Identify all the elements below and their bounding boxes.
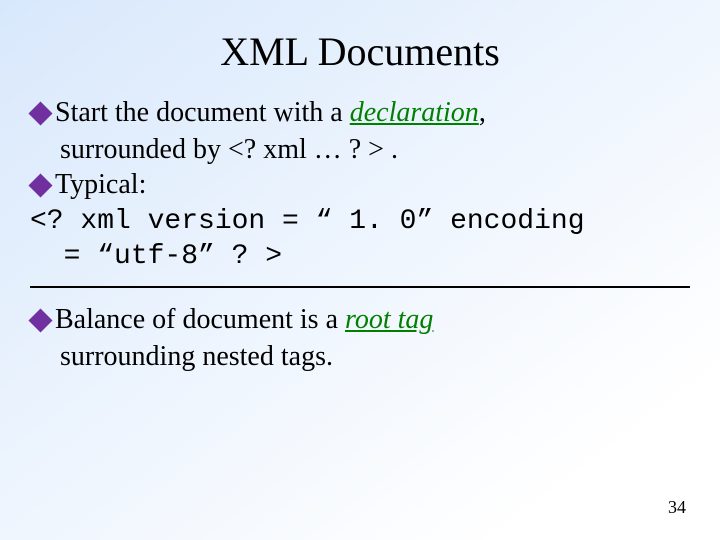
bullet-1-cont: surrounded by <? xml … ? > . xyxy=(30,132,690,167)
b3-part-a: Balance of document is a xyxy=(55,304,345,335)
b1-part-b: , xyxy=(479,97,486,128)
diamond-icon xyxy=(28,173,52,197)
slide-title: XML Documents xyxy=(0,0,720,85)
diamond-icon xyxy=(28,308,52,332)
divider xyxy=(30,286,690,288)
code-line-2: = “utf-8” ? > xyxy=(30,239,690,274)
b1-part-a: Start the document with a xyxy=(55,97,350,128)
slide: XML Documents Start the document with a … xyxy=(0,0,720,540)
bullet-1-text: Start the document with a declaration, xyxy=(55,95,690,130)
diamond-icon xyxy=(28,101,52,125)
page-number: 34 xyxy=(668,497,686,518)
bullet-2: Typical: xyxy=(30,167,690,202)
b1-em: declaration xyxy=(350,97,479,128)
bullet-2-text: Typical: xyxy=(55,167,690,202)
code-line-1: <? xml version = “ 1. 0” encoding xyxy=(30,204,690,239)
b3-em: root tag xyxy=(345,304,433,335)
bullet-3: Balance of document is a root tag xyxy=(30,302,690,337)
slide-body: Start the document with a declaration, s… xyxy=(0,85,720,374)
bullet-3-cont: surrounding nested tags. xyxy=(30,339,690,374)
bullet-1: Start the document with a declaration, xyxy=(30,95,690,130)
bullet-3-text: Balance of document is a root tag xyxy=(55,302,690,337)
